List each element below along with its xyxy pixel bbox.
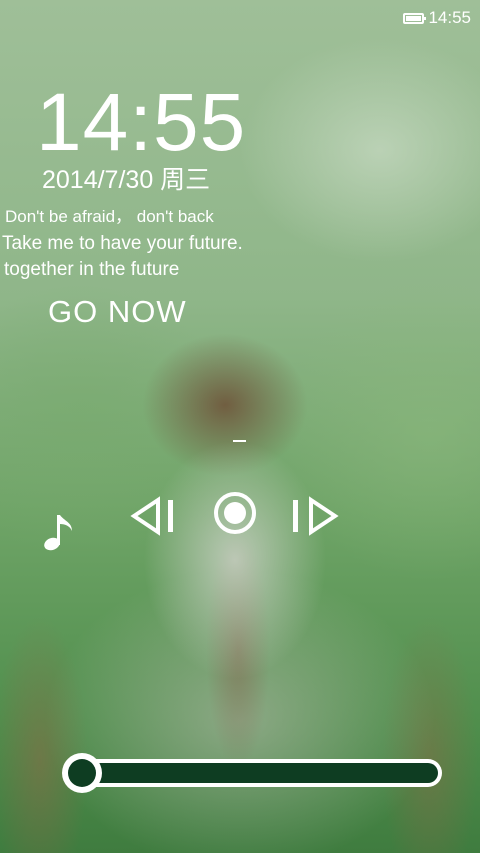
status-time: 14:55: [428, 8, 471, 27]
status-bar: 14:55: [403, 6, 471, 30]
unlock-slider[interactable]: [62, 753, 442, 793]
next-icon[interactable]: [291, 496, 341, 540]
quote-line-2: Take me to have your future.: [2, 233, 243, 254]
quote-line-1: Don't be afraid， don't back: [5, 207, 214, 226]
track-title: [233, 440, 246, 442]
slider-handle[interactable]: [62, 753, 102, 793]
date: 2014/7/30 周三: [42, 166, 211, 194]
media-controls: [0, 488, 480, 543]
previous-icon[interactable]: [130, 496, 180, 540]
go-now-button[interactable]: GO NOW: [48, 296, 187, 327]
battery-full-icon: [403, 12, 427, 24]
quote-line-3: together in the future: [4, 259, 180, 280]
slider-track[interactable]: [82, 759, 442, 787]
play-pause-icon[interactable]: [212, 490, 258, 540]
clock: 14:55: [36, 77, 247, 168]
